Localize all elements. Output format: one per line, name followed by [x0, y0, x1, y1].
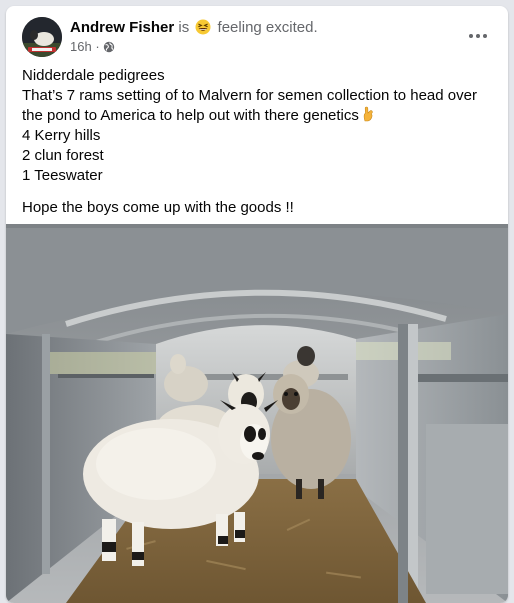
post-line-main-text: That’s 7 rams setting of to Malvern for …	[22, 87, 477, 124]
grinning-squint-emoji-icon	[195, 19, 211, 35]
sheep-in-trailer-photo	[6, 224, 508, 603]
author-name[interactable]: Andrew Fisher	[70, 19, 174, 36]
post-line-closing: Hope the boys come up with the goods !!	[22, 199, 294, 216]
post-line-teeswater: 1 Teeswater	[22, 167, 103, 184]
post-body: Nidderdale pedigrees That’s 7 rams setti…	[22, 66, 498, 218]
post-line-main: That’s 7 rams setting of to Malvern for …	[22, 86, 498, 126]
globe-icon	[104, 41, 115, 53]
meta-separator: ·	[95, 39, 100, 54]
post-meta: 16h ·	[70, 39, 115, 55]
author-avatar[interactable]	[22, 17, 62, 57]
crossed-fingers-icon	[363, 106, 373, 122]
is-word: is	[178, 19, 190, 36]
more-options-button[interactable]	[460, 18, 496, 54]
post-line-clun: 2 clun forest	[22, 147, 104, 164]
post-photo[interactable]	[6, 224, 508, 603]
more-horizontal-icon	[469, 34, 487, 38]
post-card: Andrew Fisher is feeling excited. 16h · …	[6, 6, 508, 603]
post-line-title: Nidderdale pedigrees	[22, 67, 165, 84]
avatar-image	[22, 17, 62, 57]
post-header-line: Andrew Fisher is feeling excited.	[70, 18, 318, 37]
post-line-kerry: 4 Kerry hills	[22, 127, 101, 144]
post-timestamp[interactable]: 16h	[70, 39, 92, 54]
feeling-text[interactable]: feeling excited.	[218, 19, 318, 36]
